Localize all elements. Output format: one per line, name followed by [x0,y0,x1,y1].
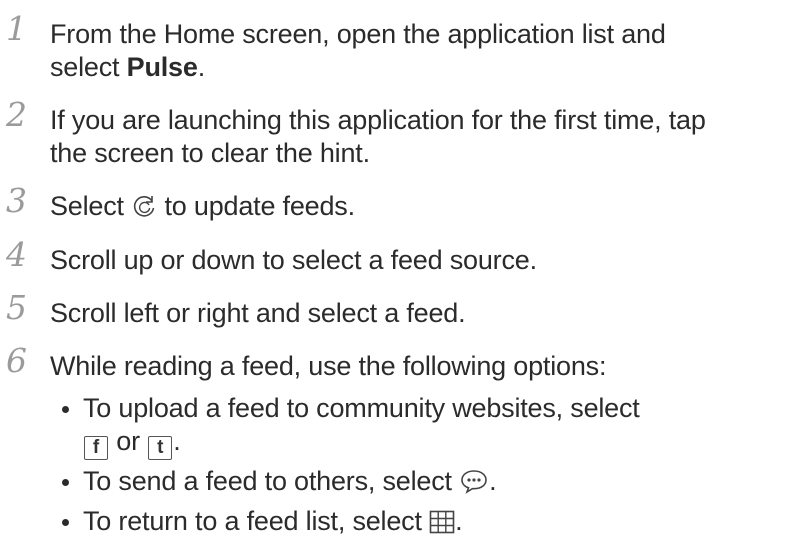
step-text-line: select [50,52,127,82]
step-text-line: From the Home screen, open the applicati… [50,19,666,49]
step-text-pre: Select [50,191,132,221]
step-text: If you are launching this application fo… [50,104,790,170]
step-text: Scroll up or down to select a feed sourc… [50,245,537,275]
bullet-dot [62,406,69,413]
step-number: 4 [6,235,27,274]
step-number: 1 [6,9,27,48]
punctuation: . [455,506,463,536]
twitter-icon: t [148,436,173,460]
punctuation: . [173,426,181,456]
message-bubble-icon [459,468,489,502]
step-number: 2 [6,95,27,134]
option-text: To send a feed to others, select . [83,465,788,502]
option-text-line: To upload a feed to community websites, … [83,393,640,423]
facebook-icon: f [84,436,108,460]
step-text: Select to update feeds. [50,190,790,227]
bullet-dot [62,479,69,486]
punctuation: . [197,52,206,82]
option-text: To return to a feed list, select . [83,505,788,542]
step-text: Scroll left or right and select a feed. [50,298,466,328]
refresh-icon [131,193,157,227]
app-name-pulse: Pulse [126,52,198,82]
option-text-pre: To send a feed to others, select [83,466,460,496]
step-number: 3 [6,181,27,220]
step-text: While reading a feed, use the following … [50,351,607,381]
grid-icon [429,509,455,542]
punctuation: . [489,466,497,496]
step-text-line: If you are launching this application fo… [50,105,706,135]
step-text: From the Home screen, open the applicati… [50,18,790,84]
step-text-post: to update feeds. [157,191,355,221]
step-number: 6 [6,341,27,380]
step-number: 5 [6,288,27,327]
option-text-pre: To return to a feed list, select [83,506,430,536]
step-text-line: the screen to clear the hint. [50,138,370,168]
connector-text: or [109,426,148,456]
option-text: To upload a feed to community websites, … [83,392,788,460]
bullet-dot [62,519,69,526]
